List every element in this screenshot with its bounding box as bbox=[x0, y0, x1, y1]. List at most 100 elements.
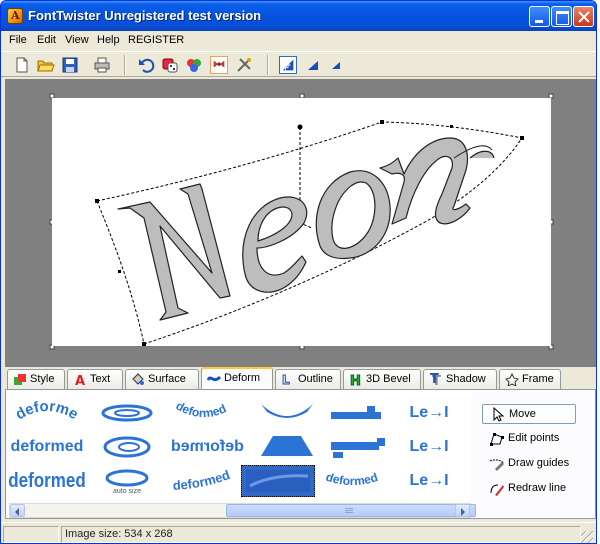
preset-mirror-vertical[interactable]: Le→Ɩ bbox=[393, 431, 465, 463]
preset-stretch-block[interactable] bbox=[321, 397, 393, 429]
menu-bar: File Edit View Help REGISTER bbox=[1, 31, 596, 50]
preset-stretch-right[interactable] bbox=[321, 431, 393, 463]
svg-text:deformed: deformed bbox=[324, 470, 379, 489]
maximize-button[interactable] bbox=[551, 6, 572, 27]
preset-word: deformed bbox=[172, 467, 232, 493]
preset-spiral[interactable] bbox=[91, 431, 163, 463]
preset-word: deformed bbox=[11, 398, 81, 423]
menu-file[interactable]: File bbox=[9, 34, 27, 46]
preset-mirror-caption: Le→Ɩ bbox=[409, 472, 449, 489]
svg-text:T: T bbox=[430, 373, 439, 386]
preset-mirror-both[interactable]: Le→Ɩ bbox=[393, 465, 465, 497]
preset-spiral-flat[interactable] bbox=[91, 397, 163, 429]
size-large-icon[interactable] bbox=[279, 56, 297, 74]
tab-deform[interactable]: Deform bbox=[201, 367, 273, 389]
scroll-left-button[interactable] bbox=[10, 504, 25, 517]
preset-mirror-horizontal[interactable]: Le→Ɩ bbox=[393, 397, 465, 429]
neon-letters bbox=[117, 137, 495, 321]
image-size-status: Image size: 534 x 268 bbox=[65, 528, 173, 540]
effects-icon[interactable] bbox=[210, 56, 228, 74]
resize-grip[interactable] bbox=[581, 531, 593, 543]
preset-bowl[interactable] bbox=[251, 397, 323, 429]
tab-frame[interactable]: Frame bbox=[499, 369, 561, 389]
status-bar: Image size: 534 x 268 bbox=[1, 522, 596, 543]
size-small-icon[interactable] bbox=[327, 56, 345, 74]
workspace bbox=[5, 79, 596, 367]
tab-3d-bevel[interactable]: H 3D Bevel bbox=[343, 369, 421, 389]
deform-icon bbox=[207, 375, 221, 382]
tool-label: Edit points bbox=[508, 432, 560, 444]
svg-text:deformed: deformed bbox=[11, 398, 81, 423]
open-folder-icon[interactable] bbox=[37, 56, 55, 74]
redraw-line-tool-button[interactable]: Redraw line bbox=[482, 479, 576, 499]
style-icon bbox=[14, 374, 26, 385]
menu-edit[interactable]: Edit bbox=[37, 34, 56, 46]
auto-size-caption: auto size bbox=[112, 487, 142, 495]
surface-icon bbox=[132, 373, 144, 385]
preset-rise[interactable]: deformed bbox=[171, 465, 243, 497]
svg-text:deformed: deformed bbox=[174, 399, 229, 421]
tab-label: Frame bbox=[522, 373, 554, 385]
tab-label: Outline bbox=[298, 373, 333, 385]
draw-guides-tool-button[interactable]: Draw guides bbox=[482, 454, 576, 474]
redraw-line-icon bbox=[490, 484, 504, 496]
tab-label: Text bbox=[90, 373, 111, 385]
tab-label: Style bbox=[30, 373, 55, 385]
toolbar bbox=[1, 51, 596, 77]
save-icon[interactable] bbox=[61, 56, 79, 74]
edit-points-icon bbox=[490, 433, 504, 446]
preset-trapezoid[interactable] bbox=[251, 431, 323, 463]
tools-icon[interactable] bbox=[235, 56, 253, 74]
tab-style[interactable]: Style bbox=[7, 369, 65, 389]
preset-selected-block[interactable] bbox=[241, 465, 315, 497]
toolbar-separator bbox=[267, 55, 269, 75]
neon-art[interactable] bbox=[52, 98, 551, 346]
menu-help[interactable]: Help bbox=[97, 34, 120, 46]
text-icon: A bbox=[75, 374, 85, 386]
scroll-right-button[interactable] bbox=[455, 504, 470, 517]
print-icon[interactable] bbox=[93, 56, 111, 74]
size-medium-icon[interactable] bbox=[304, 56, 322, 74]
preset-mirror-caption: Le→Ɩ bbox=[409, 404, 449, 421]
tab-outline[interactable]: L Outline bbox=[275, 369, 341, 389]
preset-condensed[interactable]: deformed bbox=[8, 465, 86, 497]
deform-panel: deformed deformed Le→Ɩ deformed bbox=[5, 389, 596, 519]
preset-word: deformed bbox=[8, 469, 86, 492]
scroll-thumb[interactable] bbox=[226, 504, 476, 517]
tab-bar: Style A Text Surface Deform L Outline H … bbox=[5, 367, 596, 389]
preset-word: deformed bbox=[10, 438, 84, 455]
menu-register[interactable]: REGISTER bbox=[128, 34, 184, 46]
toolbar-separator bbox=[124, 55, 126, 75]
color-palette-icon[interactable] bbox=[185, 56, 203, 74]
tab-surface[interactable]: Surface bbox=[125, 369, 199, 389]
app-window: FontTwister Unregistered test version Fi… bbox=[0, 0, 597, 544]
edit-points-tool-button[interactable]: Edit points bbox=[482, 429, 576, 449]
app-logo-icon[interactable] bbox=[7, 8, 23, 24]
preset-plain[interactable]: deformed bbox=[10, 431, 84, 463]
preset-mirror-caption: Le→Ɩ bbox=[409, 438, 449, 455]
preset-word: deformed bbox=[174, 399, 229, 421]
undo-icon[interactable] bbox=[137, 56, 155, 74]
tab-text[interactable]: A Text bbox=[67, 369, 123, 389]
new-file-icon[interactable] bbox=[13, 56, 31, 74]
preset-flip[interactable]: deformed bbox=[171, 431, 244, 463]
minimize-button[interactable] bbox=[529, 6, 550, 27]
tab-label: 3D Bevel bbox=[366, 373, 411, 385]
preset-arch-up[interactable]: deformed bbox=[11, 397, 83, 429]
dice-icon[interactable] bbox=[161, 56, 179, 74]
close-button[interactable] bbox=[573, 6, 594, 27]
outline-icon: L bbox=[282, 373, 291, 386]
preset-auto-size-spiral[interactable]: auto size bbox=[91, 465, 163, 497]
preset-taper[interactable]: deformed bbox=[321, 465, 393, 497]
tab-label: Shadow bbox=[446, 373, 486, 385]
image-canvas[interactable] bbox=[52, 98, 551, 346]
svg-text:H: H bbox=[350, 374, 361, 386]
move-tool-button[interactable]: Move bbox=[482, 404, 576, 424]
tool-label: Move bbox=[509, 408, 536, 420]
tab-shadow[interactable]: TT Shadow bbox=[423, 369, 497, 389]
gallery-scrollbar[interactable] bbox=[9, 503, 476, 518]
title-bar[interactable]: FontTwister Unregistered test version bbox=[1, 1, 596, 31]
status-pane-left bbox=[3, 526, 59, 543]
menu-view[interactable]: View bbox=[65, 34, 89, 46]
preset-wave-tilt[interactable]: deformed bbox=[171, 397, 243, 429]
